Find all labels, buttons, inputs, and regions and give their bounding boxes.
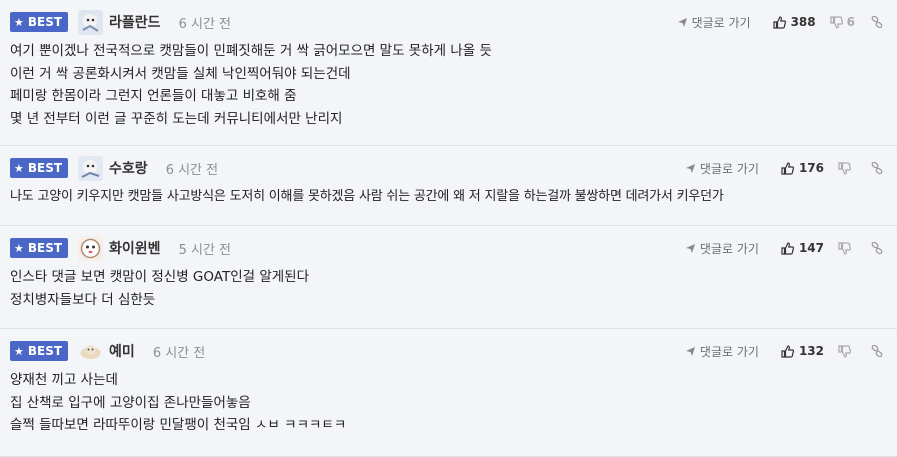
reply-link[interactable]: 댓글로 가기: [685, 240, 759, 257]
thumbs-up-icon: [772, 15, 786, 29]
thumbs-down-icon: [830, 15, 843, 29]
comment-text-line: 페미랑 한몸이라 그런지 언론들이 대놓고 비호해 줌: [10, 88, 297, 104]
comment-text-line: 몇 년 전부터 이런 글 꾸준히 도는데 커뮤니티에서만 난리지: [10, 110, 343, 127]
dislike-button[interactable]: [838, 161, 855, 175]
dislike-count: 6: [846, 15, 855, 29]
avatar[interactable]: [78, 338, 104, 364]
thumbs-up-icon: [781, 241, 794, 255]
comment-actions: 댓글로 가기 176: [685, 153, 883, 183]
comment-body: 인스타 댓글 보면 캣맘이 정신병 GOAT인걸 알게된다 정치병자들보다 더 …: [10, 263, 897, 311]
link-icon: [871, 345, 883, 357]
timestamp: 5 시간 전: [178, 242, 231, 258]
best-badge: ★ BEST: [10, 158, 69, 178]
comment-text-line: 나도 고양이 키우지만 캣맘들 사고방식은 도저히 이해를 못하겠음 사람 쉬는…: [10, 189, 724, 204]
comment-text-line: 인스타 댓글 보면 캣맘이 정신병 GOAT인걸 알게된다: [10, 269, 310, 285]
star-icon: ★: [14, 344, 24, 358]
timestamp: 6 시간 전: [152, 345, 206, 361]
like-button[interactable]: 132: [781, 344, 824, 358]
star-icon: ★: [14, 241, 24, 255]
timestamp: 6 시간 전: [165, 162, 219, 178]
link-icon: [871, 16, 883, 28]
share-link-button[interactable]: [871, 345, 883, 357]
reply-label: 댓글로 가기: [699, 161, 759, 176]
star-icon: ★: [14, 161, 24, 175]
thumbs-down-icon: [838, 241, 851, 255]
like-count: 388: [790, 15, 816, 29]
share-link-button[interactable]: [871, 162, 883, 174]
reply-link[interactable]: 댓글로 가기: [685, 343, 759, 360]
send-icon: [685, 346, 695, 356]
link-icon: [871, 242, 883, 254]
thumbs-up-icon: [781, 161, 794, 175]
best-badge: ★ BEST: [10, 341, 69, 361]
comment-text-line: 집 산책로 입구에 고양이집 존나만들어놓음: [10, 394, 251, 411]
comment-header: ★ BEST 라플란드 6 시간 전 댓글로 가기 388 6: [10, 7, 897, 37]
comment-item: ★ BEST 수호랑 6 시간 전 댓글로 가기 176 나도 고양이 키우지만…: [0, 146, 897, 226]
like-count: 147: [798, 241, 824, 255]
send-icon: [677, 17, 687, 27]
avatar[interactable]: [78, 235, 104, 261]
like-button[interactable]: 388: [772, 15, 816, 29]
comment-item: ★ BEST 예미 6 시간 전 댓글로 가기 132 양재천 끼고 사는데 집…: [0, 329, 897, 457]
comment-actions: 댓글로 가기 132: [685, 336, 883, 366]
thumbs-down-icon: [838, 161, 851, 175]
reply-link[interactable]: 댓글로 가기: [677, 14, 751, 31]
best-badge-label: BEST: [27, 241, 63, 255]
reply-label: 댓글로 가기: [699, 241, 759, 256]
comment-text-line: 정치병자들보다 더 심한듯: [10, 291, 156, 308]
avatar[interactable]: [78, 9, 104, 35]
comment-actions: 댓글로 가기 388 6: [677, 7, 883, 37]
thumbs-down-icon: [838, 344, 851, 358]
comment-item: ★ BEST 화이윈벤 5 시간 전 댓글로 가기 147 인스타 댓글 보면 …: [0, 226, 897, 329]
thumbs-up-icon: [781, 344, 794, 358]
comment-text-line: 슬쩍 들따보면 라따뚜이랑 민달팽이 천국임 ㅅㅂ ㅋㅋㅋㅌㅋ: [10, 417, 347, 433]
timestamp: 6 시간 전: [178, 16, 231, 32]
dislike-button[interactable]: [838, 344, 855, 358]
comment-header: ★ BEST 수호랑 6 시간 전 댓글로 가기 176: [10, 153, 897, 183]
nickname[interactable]: 라플란드: [109, 12, 161, 32]
like-count: 176: [798, 161, 824, 175]
comment-text-line: 양재천 끼고 사는데: [10, 372, 118, 388]
comment-body: 나도 고양이 키우지만 캣맘들 사고방식은 도저히 이해를 못하겠음 사람 쉬는…: [10, 183, 897, 209]
best-badge-label: BEST: [27, 15, 63, 29]
avatar[interactable]: [78, 155, 104, 181]
like-button[interactable]: 176: [781, 161, 824, 175]
like-button[interactable]: 147: [781, 241, 824, 255]
comment-header: ★ BEST 예미 6 시간 전 댓글로 가기 132: [10, 336, 897, 366]
star-icon: ★: [14, 15, 24, 29]
comment-text-line: 이런 거 싹 공론화시켜서 캣맘들 실체 낙인찍어둬야 되는건데: [10, 65, 351, 82]
reply-label: 댓글로 가기: [699, 344, 759, 359]
comment-list: ★ BEST 라플란드 6 시간 전 댓글로 가기 388 6 여기 뿐이겠나 …: [0, 0, 897, 457]
nickname[interactable]: 예미: [109, 341, 135, 361]
dislike-button[interactable]: [838, 241, 855, 255]
send-icon: [685, 243, 695, 253]
best-badge: ★ BEST: [10, 12, 69, 32]
comment-text-line: 여기 뿐이겠나 전국적으로 캣맘들이 민폐짓해둔 거 싹 긁어모으면 말도 못하…: [10, 43, 492, 59]
send-icon: [685, 163, 695, 173]
comment-item: ★ BEST 라플란드 6 시간 전 댓글로 가기 388 6 여기 뿐이겠나 …: [0, 0, 897, 146]
comment-header: ★ BEST 화이윈벤 5 시간 전 댓글로 가기 147: [10, 233, 897, 263]
link-icon: [871, 162, 883, 174]
best-badge-label: BEST: [27, 161, 63, 175]
share-link-button[interactable]: [871, 242, 883, 254]
reply-label: 댓글로 가기: [691, 15, 751, 30]
reply-link[interactable]: 댓글로 가기: [685, 160, 759, 177]
share-link-button[interactable]: [871, 16, 883, 28]
comment-body: 양재천 끼고 사는데 집 산책로 입구에 고양이집 존나만들어놓음 슬쩍 들따보…: [10, 366, 897, 437]
comment-actions: 댓글로 가기 147: [685, 233, 883, 263]
best-badge: ★ BEST: [10, 238, 69, 258]
nickname[interactable]: 수호랑: [109, 158, 148, 178]
best-badge-label: BEST: [27, 344, 63, 358]
dislike-button[interactable]: 6: [830, 15, 855, 29]
like-count: 132: [798, 344, 824, 358]
comment-body: 여기 뿐이겠나 전국적으로 캣맘들이 민폐짓해둔 거 싹 긁어모으면 말도 못하…: [10, 37, 897, 130]
nickname[interactable]: 화이윈벤: [109, 238, 161, 258]
